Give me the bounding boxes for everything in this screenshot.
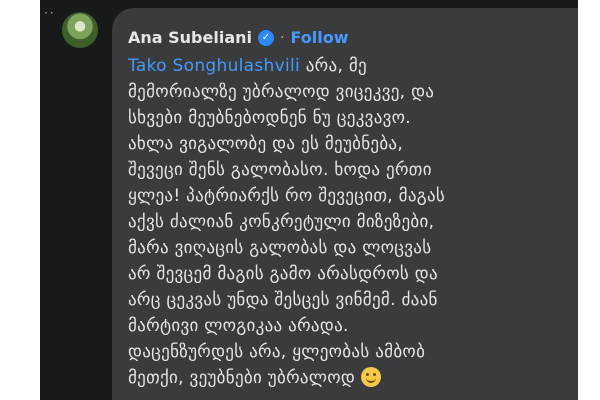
- comment-line: ყლეა! პატრიარქს რო შევეცით, მაგას: [128, 186, 446, 206]
- comment-line: Tako Songhulashvili არა, მე: [128, 56, 367, 76]
- comment-line: აქვს ძალიან კონკრეტული მიზეზები,: [128, 212, 435, 232]
- avatar[interactable]: [62, 12, 98, 48]
- comment-line: მარა ვიღაცის გალობას და ლოცვას: [128, 238, 432, 258]
- thread-line: ··: [44, 6, 56, 20]
- comment-header: Ana Subeliani ✓ · Follow: [128, 28, 348, 47]
- comment-line: მარტივი ლოგიკაა არადა.: [128, 316, 349, 336]
- separator-dot: ·: [280, 29, 285, 46]
- follow-button[interactable]: Follow: [290, 28, 348, 47]
- comment-line: მემორიალზე უბრალოდ ვიცეკვე, და: [128, 82, 435, 102]
- comment-line: შევეცი შენს გალობასო. ხოდა ერთი: [128, 160, 432, 180]
- mention-link[interactable]: Tako Songhulashvili: [128, 56, 300, 76]
- comment-line: არც ცეკვას უნდა შესცეს ვინმემ. ძაან: [128, 290, 438, 310]
- comment-line: არ შევცემ მაგის გამო არასდროს და: [128, 264, 438, 284]
- smiley-emoji-icon: [361, 367, 382, 387]
- comment-line: სხვები მეუბნებოდნენ ნუ ცეკვავო.: [128, 108, 412, 128]
- comment-thread: ·· Ana Subeliani ✓ · Follow Tako Songhul…: [40, 0, 578, 400]
- verified-check-icon: ✓: [258, 29, 274, 46]
- comment-line: მეთქი, ვეუბნები უბრალოდ: [128, 365, 568, 391]
- comment-line: დაცენზურდეს არა, ყლეობას ამბობ: [128, 342, 426, 362]
- comment-text: Tako Songhulashvili არა, მე მემორიალზე უ…: [128, 53, 568, 391]
- comment-bubble: Ana Subeliani ✓ · Follow Tako Songhulash…: [112, 8, 578, 400]
- author-name[interactable]: Ana Subeliani: [128, 28, 252, 47]
- comment-line: ახლა ვიგალობე და ეს მეუბნება,: [128, 134, 404, 154]
